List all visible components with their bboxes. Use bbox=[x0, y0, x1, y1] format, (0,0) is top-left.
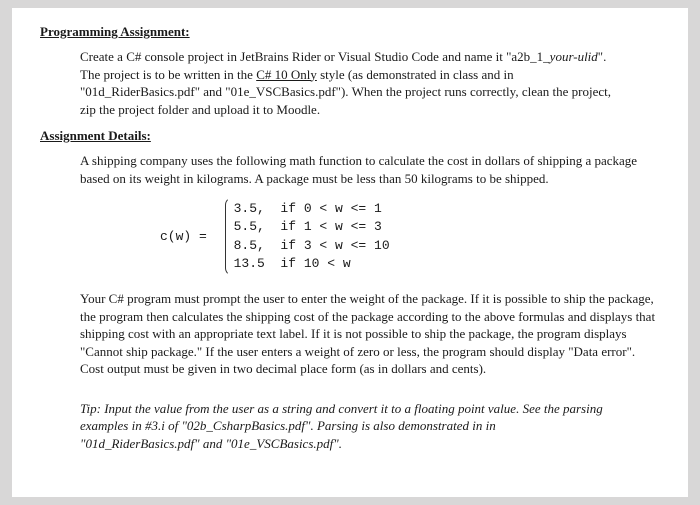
formula-label: c(w) = bbox=[160, 229, 225, 244]
tip-line2: examples in #3.i of "02b_CsharpBasics.pd… bbox=[80, 418, 496, 433]
formula-row-2: 5.5, if 1 < w <= 3 bbox=[234, 218, 390, 236]
heading-assignment-details: Assignment Details: bbox=[40, 128, 660, 144]
details-paragraph-1: A shipping company uses the following ma… bbox=[80, 152, 660, 187]
intro-line2c: style (as demonstrated in class and in bbox=[317, 67, 514, 82]
details-paragraph-2: Your C# program must prompt the user to … bbox=[80, 290, 660, 378]
intro-line2b-underline: C# 10 Only bbox=[256, 67, 317, 82]
intro-line1b-italic: your-ulid bbox=[550, 49, 598, 64]
piecewise-formula: c(w) = 3.5, if 0 < w <= 1 5.5, if 1 < w … bbox=[160, 197, 660, 276]
formula-row-4: 13.5 if 10 < w bbox=[234, 255, 390, 273]
formula-row-3: 8.5, if 3 < w <= 10 bbox=[234, 237, 390, 255]
intro-line1c: ". bbox=[598, 49, 607, 64]
formula-brace: 3.5, if 0 < w <= 1 5.5, if 1 < w <= 3 8.… bbox=[225, 197, 390, 276]
document-page: Programming Assignment: Create a C# cons… bbox=[12, 8, 688, 497]
intro-line2a: The project is to be written in the bbox=[80, 67, 256, 82]
intro-line3: "01d_RiderBasics.pdf" and "01e_VSCBasics… bbox=[80, 84, 611, 99]
intro-paragraph: Create a C# console project in JetBrains… bbox=[80, 48, 660, 118]
intro-line1a: Create a C# console project in JetBrains… bbox=[80, 49, 550, 64]
intro-line4: zip the project folder and upload it to … bbox=[80, 102, 320, 117]
tip-line3: "01d_RiderBasics.pdf" and "01e_VSCBasics… bbox=[80, 436, 342, 451]
tip-line1: Tip: Input the value from the user as a … bbox=[80, 401, 603, 416]
heading-programming-assignment: Programming Assignment: bbox=[40, 24, 660, 40]
tip-paragraph: Tip: Input the value from the user as a … bbox=[80, 400, 660, 453]
formula-row-1: 3.5, if 0 < w <= 1 bbox=[234, 200, 390, 218]
